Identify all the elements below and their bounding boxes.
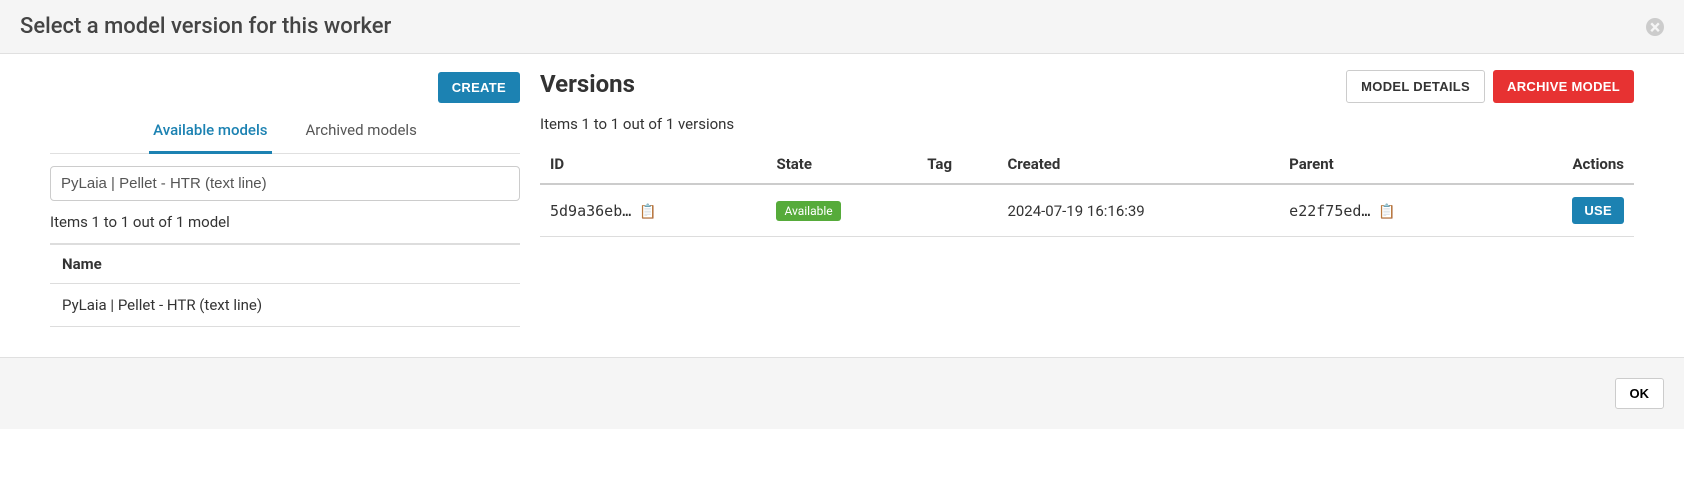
modal-title: Select a model version for this worker	[20, 14, 391, 39]
model-details-button[interactable]: MODEL DETAILS	[1346, 70, 1485, 103]
model-name: PyLaia | Pellet - HTR (text line)	[50, 284, 520, 327]
versions-header-created: Created	[997, 145, 1279, 184]
modal-footer: OK	[0, 357, 1684, 429]
versions-panel: Versions MODEL DETAILS ARCHIVE MODEL Ite…	[540, 64, 1634, 327]
versions-title: Versions	[540, 70, 635, 98]
modal-body: CREATE Available models Archived models …	[0, 54, 1684, 357]
tab-archived-models[interactable]: Archived models	[302, 111, 421, 153]
versions-header-state: State	[766, 145, 917, 184]
tab-available-models[interactable]: Available models	[149, 111, 271, 154]
versions-table: ID State Tag Created Parent Actions 5d9a…	[540, 145, 1634, 237]
model-row[interactable]: PyLaia | Pellet - HTR (text line)	[50, 284, 520, 327]
models-tabs: Available models Archived models	[50, 111, 520, 154]
version-parent: e22f75ed…	[1289, 202, 1370, 220]
versions-items-count: Items 1 to 1 out of 1 versions	[540, 115, 1634, 133]
clipboard-icon[interactable]: 📋	[639, 204, 656, 220]
versions-header-actions: Actions	[1506, 145, 1634, 184]
ok-button[interactable]: OK	[1615, 378, 1665, 409]
modal-header: Select a model version for this worker ×	[0, 0, 1684, 54]
close-icon[interactable]: ×	[1646, 18, 1664, 36]
model-search-input[interactable]	[50, 166, 520, 201]
clipboard-icon[interactable]: 📋	[1378, 204, 1395, 220]
state-badge: Available	[776, 201, 840, 221]
version-id: 5d9a36eb…	[550, 202, 631, 220]
use-button[interactable]: USE	[1572, 197, 1624, 224]
models-panel: CREATE Available models Archived models …	[50, 64, 520, 327]
versions-header-tag: Tag	[917, 145, 997, 184]
models-header-name: Name	[50, 245, 520, 284]
version-created: 2024-07-19 16:16:39	[997, 184, 1279, 237]
archive-model-button[interactable]: ARCHIVE MODEL	[1493, 70, 1634, 103]
models-table: Name PyLaia | Pellet - HTR (text line)	[50, 244, 520, 327]
versions-header-parent: Parent	[1279, 145, 1505, 184]
models-items-count: Items 1 to 1 out of 1 model	[50, 213, 520, 231]
version-row: 5d9a36eb… 📋 Available 2024-07-19 16:16:3…	[540, 184, 1634, 237]
create-button[interactable]: CREATE	[438, 72, 520, 103]
versions-header-id: ID	[540, 145, 766, 184]
version-tag	[917, 184, 997, 237]
